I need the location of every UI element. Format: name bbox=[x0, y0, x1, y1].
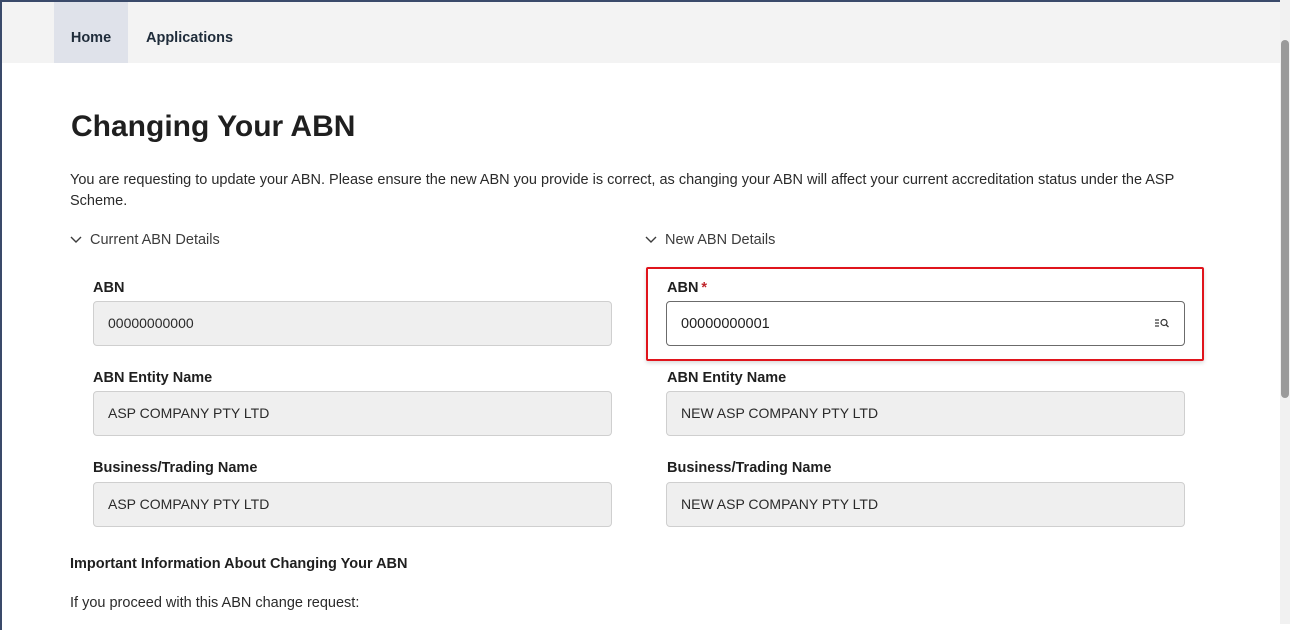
new-abn-details-label: New ABN Details bbox=[665, 232, 776, 248]
current-abn-details-toggle[interactable]: Current ABN Details bbox=[70, 232, 220, 248]
scrollbar-thumb[interactable] bbox=[1281, 40, 1289, 398]
intro-text: You are requesting to update your ABN. P… bbox=[70, 172, 1174, 209]
current-abn-field: 00000000000 bbox=[93, 301, 612, 346]
new-business-name-label: Business/Trading Name bbox=[667, 460, 832, 476]
page-title: Changing Your ABN bbox=[71, 110, 356, 143]
chevron-down-icon bbox=[645, 233, 659, 247]
search-list-icon[interactable] bbox=[1154, 316, 1170, 330]
current-abn-label: ABN bbox=[93, 280, 125, 296]
important-info-heading: Important Information About Changing You… bbox=[70, 556, 408, 572]
current-abn-details-label: Current ABN Details bbox=[90, 232, 220, 248]
nav-applications-label: Applications bbox=[146, 30, 234, 46]
new-entity-name-label: ABN Entity Name bbox=[667, 370, 787, 386]
new-abn-input[interactable] bbox=[681, 302, 1121, 345]
new-abn-label: ABN * bbox=[667, 280, 707, 296]
nav-home[interactable]: Home bbox=[54, 2, 128, 63]
chevron-down-icon bbox=[70, 233, 84, 247]
top-navigation: Home Applications bbox=[2, 2, 1280, 63]
current-business-name-field: ASP COMPANY PTY LTD bbox=[93, 482, 612, 527]
vertical-scrollbar[interactable] bbox=[1280, 0, 1290, 624]
required-marker: * bbox=[701, 280, 708, 296]
new-abn-input-wrapper bbox=[666, 301, 1185, 346]
nav-applications[interactable]: Applications bbox=[146, 2, 233, 63]
nav-home-label: Home bbox=[70, 30, 112, 46]
current-entity-name-field: ASP COMPANY PTY LTD bbox=[93, 391, 612, 436]
new-abn-label-text: ABN bbox=[667, 280, 699, 296]
new-business-name-field: NEW ASP COMPANY PTY LTD bbox=[666, 482, 1185, 527]
important-info-text: If you proceed with this ABN change requ… bbox=[70, 595, 360, 611]
new-abn-details-toggle[interactable]: New ABN Details bbox=[645, 232, 775, 248]
new-entity-name-field: NEW ASP COMPANY PTY LTD bbox=[666, 391, 1185, 436]
current-entity-name-label: ABN Entity Name bbox=[93, 370, 213, 386]
current-business-name-label: Business/Trading Name bbox=[93, 460, 258, 476]
